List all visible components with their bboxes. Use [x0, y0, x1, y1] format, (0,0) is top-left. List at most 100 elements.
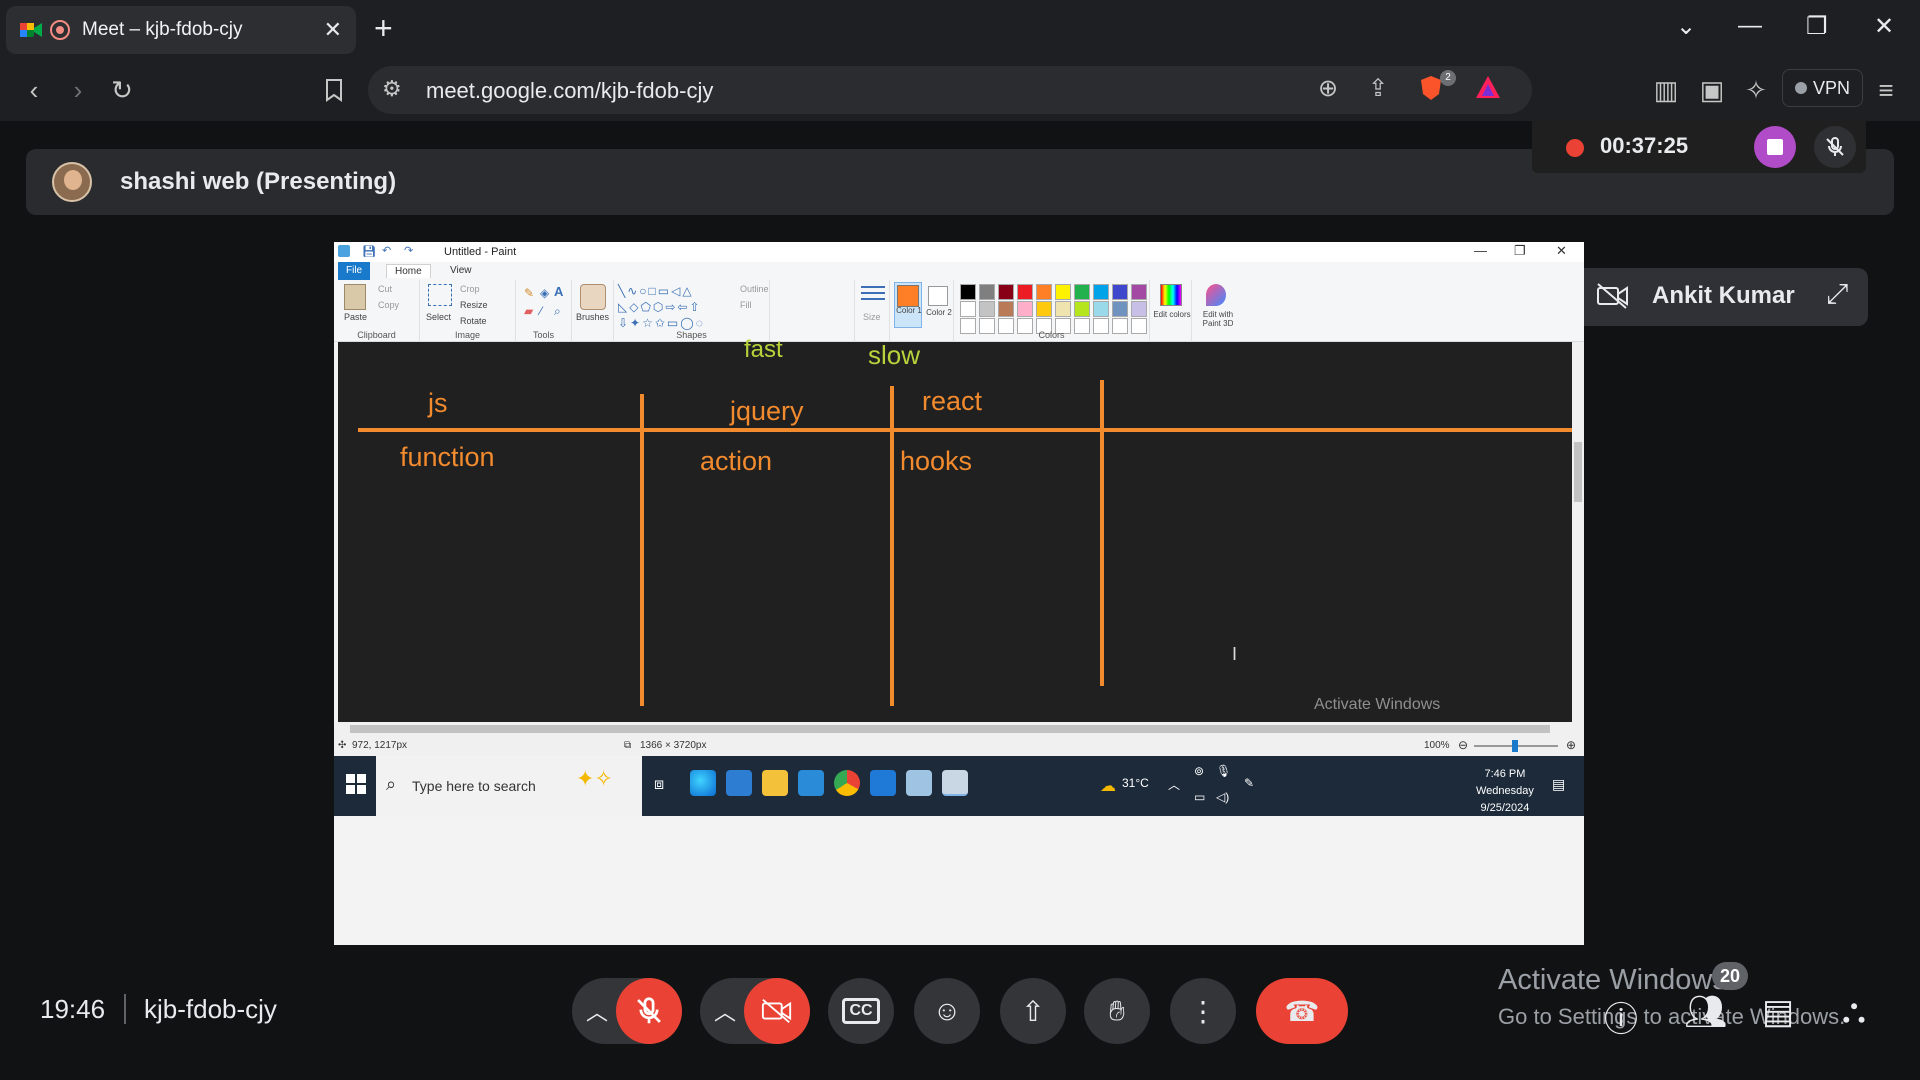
tray-chevron-icon[interactable]: ︿	[1168, 776, 1180, 793]
paint-canvas[interactable]: fast slow js jquery react function actio…	[338, 336, 1572, 722]
copy-button[interactable]: Copy	[378, 300, 399, 310]
fill-icon[interactable]: ◈	[540, 286, 549, 300]
paint3d-icon[interactable]	[1206, 284, 1226, 306]
minimize-button[interactable]: —	[1738, 12, 1762, 40]
recording-mic-off-button[interactable]	[1814, 126, 1856, 168]
size-button[interactable]: Size	[863, 312, 881, 322]
leo-ai-icon[interactable]: ✧	[1740, 74, 1772, 106]
back-icon[interactable]: ‹	[18, 74, 50, 106]
brush-icon[interactable]	[580, 284, 606, 310]
tab-view[interactable]: View	[442, 264, 480, 277]
zoom-out-icon[interactable]: ⊖	[1458, 738, 1468, 752]
tab-search-chevron-icon[interactable]: ⌄	[1676, 12, 1696, 41]
windows-search-box[interactable]: ⌕ Type here to search ✦✧	[376, 756, 642, 816]
site-settings-icon[interactable]: ⚙	[382, 76, 402, 102]
fill-button[interactable]: Fill	[740, 300, 752, 310]
volume-icon[interactable]: ◁)	[1216, 790, 1229, 804]
resize-button[interactable]: Resize	[460, 300, 488, 310]
palette-swatch[interactable]	[1017, 284, 1033, 300]
meeting-info-icon[interactable]: ⓘ	[1604, 992, 1638, 1041]
edit-colors-icon[interactable]	[1160, 284, 1182, 306]
notepad-icon[interactable]	[906, 770, 932, 796]
expand-icon[interactable]: ⤢	[1826, 278, 1848, 311]
undo-icon[interactable]: ↶	[382, 244, 391, 257]
outline-button[interactable]: Outline	[740, 284, 769, 294]
raise-hand-button[interactable]: ✋︎	[1084, 978, 1150, 1044]
cut-button[interactable]: Cut	[378, 284, 392, 294]
size-icon[interactable]	[861, 286, 885, 288]
magnifier-icon[interactable]: ⌕	[554, 304, 561, 319]
palette-swatch[interactable]	[1112, 284, 1128, 300]
address-bar[interactable]: ⚙ meet.google.com/kjb-fdob-cjy ⊕ ⇪ 2	[368, 66, 1532, 114]
audio-options-chevron-icon[interactable]: ︿	[586, 995, 608, 1027]
paste-button[interactable]: Paste	[344, 312, 367, 322]
chat-icon[interactable]: ▤	[1762, 992, 1794, 1032]
zoom-in-icon[interactable]: ⊕	[1566, 738, 1576, 752]
palette-swatch[interactable]	[998, 284, 1014, 300]
tab-file[interactable]: File	[338, 262, 371, 280]
palette-swatch[interactable]	[1055, 301, 1071, 317]
chrome-icon[interactable]	[834, 770, 860, 796]
paste-icon[interactable]	[344, 284, 366, 310]
palette-swatch[interactable]	[1036, 301, 1052, 317]
palette-swatch[interactable]	[979, 284, 995, 300]
quick-save-icon[interactable]: 💾︎	[362, 245, 376, 258]
shapes-row-1-icon[interactable]: ╲∿○□▭◁△	[618, 284, 694, 298]
close-window-button[interactable]: ✕	[1874, 12, 1894, 41]
brushes-button[interactable]: Brushes	[576, 312, 609, 322]
palette-swatch[interactable]	[1055, 284, 1071, 300]
palette-swatch[interactable]	[998, 301, 1014, 317]
video-options-chevron-icon[interactable]: ︿	[714, 995, 736, 1027]
weather-temp[interactable]: 31°C	[1122, 776, 1149, 790]
edit-colors-button[interactable]: Edit colors	[1152, 310, 1192, 319]
captions-button[interactable]: CC	[828, 978, 894, 1044]
palette-swatch[interactable]	[1093, 284, 1109, 300]
palette-swatch[interactable]	[1074, 301, 1090, 317]
pencil-icon[interactable]: ✎	[524, 286, 534, 300]
paint-vertical-scrollbar[interactable]	[1572, 342, 1584, 722]
edit-paint3d-button[interactable]: Edit with Paint 3D	[1194, 310, 1242, 328]
paint-close-button[interactable]: ✕	[1556, 243, 1567, 259]
palette-swatch[interactable]	[1074, 284, 1090, 300]
pen-icon[interactable]: ✎	[1244, 776, 1254, 790]
zoom-icon[interactable]: ⊕	[1318, 74, 1338, 103]
task-view-icon[interactable]: ⧈	[654, 776, 664, 794]
taskbar-clock[interactable]: 7:46 PM Wednesday 9/25/2024	[1476, 766, 1534, 817]
palette-swatch[interactable]	[1131, 284, 1147, 300]
file-explorer-icon[interactable]	[762, 770, 788, 796]
network-icon[interactable]: ▭	[1194, 790, 1205, 804]
color1-selector[interactable]	[894, 282, 922, 328]
sidebar-icon[interactable]: ▥	[1650, 74, 1682, 106]
paint-horizontal-scrollbar[interactable]	[334, 722, 1584, 736]
palette-swatch[interactable]	[1036, 284, 1052, 300]
zoom-slider-thumb[interactable]	[1512, 740, 1518, 752]
palette-swatch[interactable]	[960, 301, 976, 317]
new-tab-button[interactable]: +	[374, 12, 393, 44]
stop-recording-button[interactable]	[1754, 126, 1796, 168]
forward-icon[interactable]: ›	[62, 74, 94, 106]
url-text[interactable]: meet.google.com/kjb-fdob-cjy	[426, 78, 713, 104]
horizontal-scroll-thumb[interactable]	[350, 725, 1550, 733]
rotate-button[interactable]: Rotate	[460, 316, 487, 326]
edge-icon[interactable]	[690, 770, 716, 796]
eraser-icon[interactable]: ▰	[524, 304, 533, 318]
restore-button[interactable]: ❐	[1806, 12, 1828, 41]
tab-home[interactable]: Home	[386, 264, 431, 278]
select-button[interactable]: Select	[426, 312, 451, 322]
color2-swatch[interactable]	[928, 286, 948, 306]
more-options-button[interactable]: ⋮	[1170, 978, 1236, 1044]
paint-maximize-button[interactable]: ❐	[1514, 243, 1526, 259]
reactions-button[interactable]: ☺	[914, 978, 980, 1044]
microphone-toggle-button[interactable]	[616, 978, 682, 1044]
menu-icon[interactable]: ≡	[1870, 74, 1902, 106]
camera-toggle-button[interactable]	[744, 978, 810, 1044]
brave-rewards-icon[interactable]	[1474, 74, 1502, 107]
browser-tab-meet[interactable]: Meet – kjb-fdob-cjy ✕	[6, 6, 356, 54]
paint-taskbar-icon[interactable]	[942, 770, 968, 796]
wallet-icon[interactable]: ▣	[1696, 74, 1728, 106]
vertical-scroll-thumb[interactable]	[1574, 442, 1582, 502]
palette-swatch[interactable]	[979, 301, 995, 317]
select-icon[interactable]	[428, 284, 452, 306]
notification-icon[interactable]: ▤	[1552, 776, 1565, 793]
crop-button[interactable]: Crop	[460, 284, 480, 294]
